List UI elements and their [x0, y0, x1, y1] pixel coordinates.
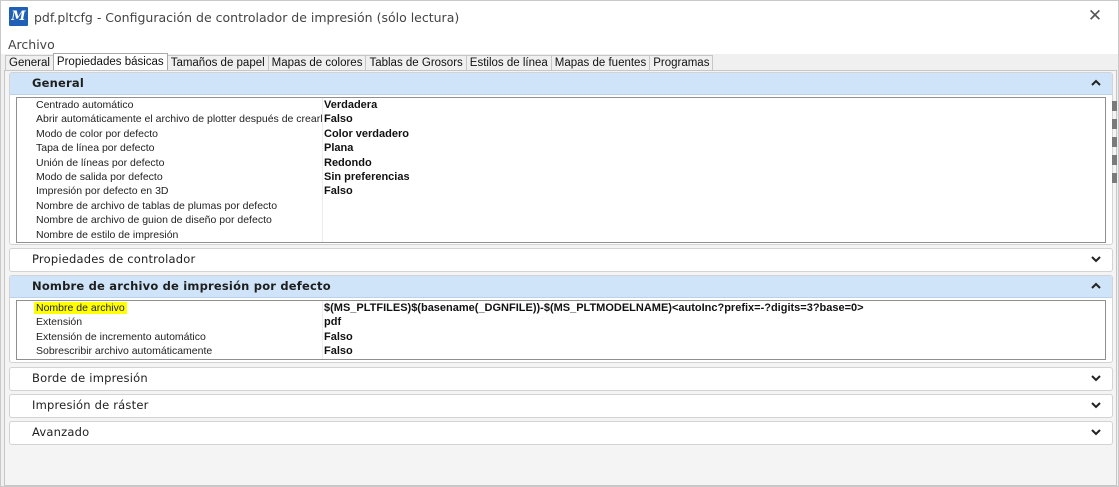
section-plot-border-title: Borde de impresión [32, 371, 148, 385]
highlighted-label: Nombre de archivo [34, 302, 127, 314]
section-advanced: Avanzado [9, 421, 1113, 445]
section-raster-printing: Impresión de ráster [9, 394, 1113, 418]
property-value[interactable]: Redondo [323, 156, 372, 170]
section-general-title: General [32, 76, 84, 90]
background-window-edge [1112, 101, 1118, 211]
property-row[interactable]: Extensión de incremento automático Falso [17, 329, 1105, 345]
property-row[interactable]: Sobrescribir archivo automáticamente Fals… [17, 344, 1105, 359]
section-driver-properties: Propiedades de controlador [9, 248, 1113, 272]
section-general-header[interactable]: General [10, 73, 1112, 95]
property-name: Tapa de línea por defecto [17, 141, 323, 156]
property-row[interactable]: Nombre de estilo de impresión [17, 227, 1105, 242]
title-bar: M pdf.pltcfg - Configuración de controla… [1, 1, 1118, 34]
section-advanced-header[interactable]: Avanzado [10, 422, 1112, 444]
close-button[interactable]: ✕ [1072, 1, 1118, 33]
tab-color-maps[interactable]: Mapas de colores [267, 55, 367, 70]
property-value[interactable]: Falso [323, 344, 353, 358]
tab-programs[interactable]: Programas [649, 55, 714, 70]
tab-content-panel: General Centrado automático Verdadera Abr… [4, 70, 1117, 486]
tab-line-styles[interactable]: Estilos de línea [465, 55, 552, 70]
property-value[interactable]: Plana [323, 141, 353, 155]
property-value[interactable]: Verdadera [323, 98, 377, 112]
property-value[interactable]: Sin preferencias [323, 170, 410, 184]
property-name: Extensión de incremento automático [17, 329, 323, 345]
property-row[interactable]: Nombre de archivo de guion de diseño por… [17, 213, 1105, 228]
section-default-filename: Nombre de archivo de impresión por defec… [9, 275, 1113, 363]
property-name: Nombre de archivo de guion de diseño por… [17, 213, 323, 228]
tab-basic-properties[interactable]: Propiedades básicas [52, 53, 168, 70]
property-name: Modo de salida por defecto [17, 169, 323, 185]
section-general: General Centrado automático Verdadera Abr… [9, 72, 1113, 245]
property-value[interactable] [323, 199, 324, 213]
section-raster-printing-header[interactable]: Impresión de ráster [10, 395, 1112, 417]
property-name: Sobrescribir archivo automáticamente [17, 344, 323, 359]
property-value[interactable]: Falso [323, 184, 353, 198]
section-plot-border-header[interactable]: Borde de impresión [10, 368, 1112, 390]
section-default-filename-title: Nombre de archivo de impresión por defec… [32, 279, 331, 293]
section-default-filename-header[interactable]: Nombre de archivo de impresión por defec… [10, 276, 1112, 298]
section-driver-properties-title: Propiedades de controlador [32, 252, 196, 266]
menu-bar: Archivo [1, 34, 1118, 54]
tab-paper-sizes[interactable]: Tamaños de papel [166, 55, 269, 70]
menu-file[interactable]: Archivo [8, 37, 55, 52]
tab-strip: General Propiedades básicas Tamaños de p… [5, 53, 714, 70]
tab-weight-tables[interactable]: Tablas de Grosors [365, 55, 467, 70]
property-row[interactable]: Tapa de línea por defecto Plana [17, 141, 1105, 156]
chevron-up-icon [1091, 282, 1101, 289]
chevron-down-icon [1091, 429, 1101, 436]
section-plot-border: Borde de impresión [9, 367, 1113, 391]
property-name: Extensión [17, 315, 323, 330]
window-title: pdf.pltcfg - Configuración de controlado… [34, 10, 460, 25]
property-row[interactable]: Impresión por defecto en 3D Falso [17, 184, 1105, 199]
microstation-app-icon: M [9, 7, 28, 26]
property-row[interactable]: Unión de líneas por defecto Redondo [17, 155, 1105, 170]
property-row[interactable]: Abrir automáticamente el archivo de plot… [17, 112, 1105, 127]
property-name: Nombre de archivo de tablas de plumas po… [17, 198, 323, 214]
section-advanced-title: Avanzado [32, 425, 90, 439]
property-row[interactable]: Modo de salida por defecto Sin preferenci… [17, 169, 1105, 185]
property-row[interactable]: Nombre de archivo $(MS_PLTFILES)$(basenam… [17, 301, 1105, 316]
tab-font-maps[interactable]: Mapas de fuentes [550, 55, 651, 70]
property-name: Impresión por defecto en 3D [17, 184, 323, 199]
chevron-down-icon [1091, 375, 1101, 382]
dialog-window: M pdf.pltcfg - Configuración de controla… [0, 0, 1119, 487]
property-row[interactable]: Modo de color por defecto Color verdadero [17, 126, 1105, 142]
property-name: Nombre de archivo [17, 301, 323, 316]
property-value[interactable]: $(MS_PLTFILES)$(basename(_DGNFILE))-$(MS… [323, 301, 864, 315]
property-value[interactable]: Color verdadero [323, 127, 409, 141]
default-filename-property-grid: Nombre de archivo $(MS_PLTFILES)$(basenam… [16, 300, 1106, 360]
general-property-grid: Centrado automático Verdadera Abrir autom… [16, 97, 1106, 243]
property-name: Centrado automático [17, 98, 323, 113]
property-value[interactable] [323, 228, 324, 242]
property-row[interactable]: Nombre de archivo de tablas de plumas po… [17, 198, 1105, 214]
property-value[interactable]: Falso [323, 112, 353, 126]
property-value[interactable] [323, 213, 324, 227]
chevron-down-icon [1091, 402, 1101, 409]
chevron-down-icon [1091, 256, 1101, 263]
section-raster-printing-title: Impresión de ráster [32, 398, 149, 412]
property-value[interactable]: Falso [323, 330, 353, 344]
property-row[interactable]: Extensión pdf [17, 315, 1105, 330]
property-name: Abrir automáticamente el archivo de plot… [17, 112, 323, 127]
property-row[interactable]: Centrado automático Verdadera [17, 98, 1105, 113]
property-name: Nombre de estilo de impresión [17, 227, 323, 242]
chevron-up-icon [1091, 79, 1101, 86]
section-driver-properties-header[interactable]: Propiedades de controlador [10, 249, 1112, 271]
property-value[interactable]: pdf [323, 315, 341, 329]
property-name: Modo de color por defecto [17, 126, 323, 142]
tab-general[interactable]: General [5, 55, 54, 70]
property-name: Unión de líneas por defecto [17, 155, 323, 170]
